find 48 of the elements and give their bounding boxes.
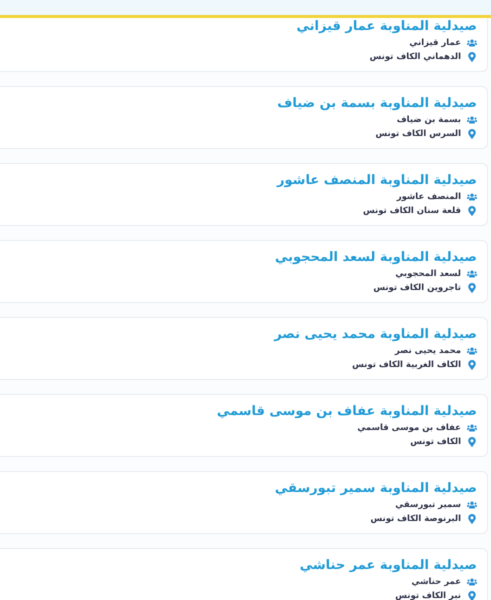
pharmacy-title: صيدلية المناوبة سمير تبورسقي <box>274 480 477 497</box>
pharmacy-title: صيدلية المناوبة لسعد المحجوبي <box>274 249 477 266</box>
pharmacy-card[interactable]: صيدلية المناوبة المنصف عاشور المنصف عاشور قلعة سنان الكاف تونس <box>0 163 488 226</box>
pharmacy-card[interactable]: صيدلية المناوبة عفاف بن موسى قاسمي عفاف بن موسى قاسمي الكاف تونس <box>0 394 488 457</box>
map-pin-icon <box>467 206 477 216</box>
address-text: الكاف تونس <box>410 436 461 448</box>
pharmacy-card[interactable]: صيدلية المناوبة عمار قيزاني عمار قيزاني الدهماني الكاف تونس <box>0 18 488 72</box>
address-text: الدهماني الكاف تونس <box>370 51 461 63</box>
users-icon <box>467 115 477 125</box>
pharmacy-title: صيدلية المناوبة عمار قيزاني <box>296 18 477 35</box>
pharmacy-card[interactable]: صيدلية المناوبة بسمة بن ضياف بسمة بن ضياف السرس الكاف تونس <box>0 86 488 149</box>
pharmacy-title: صيدلية المناوبة عمر حناشي <box>298 557 477 574</box>
owner-name: عفاف بن موسى قاسمي <box>357 422 461 434</box>
map-pin-icon <box>467 514 477 524</box>
map-pin-icon <box>467 283 477 293</box>
users-icon <box>467 269 477 279</box>
users-icon <box>467 38 477 48</box>
address-text: تاجروين الكاف تونس <box>373 282 461 294</box>
owner-name: لسعد المحجوبي <box>395 268 461 280</box>
pharmacy-title: صيدلية المناوبة عفاف بن موسى قاسمي <box>216 403 477 420</box>
users-icon <box>467 577 477 587</box>
address-text: الكاف الغربية الكاف تونس <box>352 359 461 371</box>
map-pin-icon <box>467 591 477 600</box>
pharmacy-title: صيدلية المناوبة محمد يحيى نصر <box>272 326 477 343</box>
map-pin-icon <box>467 437 477 447</box>
users-icon <box>467 423 477 433</box>
pharmacy-card[interactable]: صيدلية المناوبة محمد يحيى نصر محمد يحيى نصر الكاف الغربية الكاف تونس <box>0 317 488 380</box>
pharmacy-title: صيدلية المناوبة بسمة بن ضياف <box>276 95 477 112</box>
pharmacy-card[interactable]: صيدلية المناوبة عمر حناشي عمر حناشي نبر الكاف تونس <box>0 548 488 600</box>
owner-name: عمر حناشي <box>412 576 461 588</box>
owner-name: محمد يحيى نصر <box>394 345 461 357</box>
users-icon <box>467 346 477 356</box>
map-pin-icon <box>467 360 477 370</box>
owner-name: بسمة بن ضياف <box>396 114 461 126</box>
pharmacy-title: صيدلية المناوبة المنصف عاشور <box>276 172 477 189</box>
pharmacy-card[interactable]: صيدلية المناوبة سمير تبورسقي سمير تبورسقي البرنوصة الكاف تونس <box>0 471 488 534</box>
map-pin-icon <box>467 52 477 62</box>
owner-name: سمير تبورسقي <box>395 499 461 511</box>
address-text: نبر الكاف تونس <box>395 590 461 600</box>
owner-name: عمار قيزاني <box>409 37 461 49</box>
users-icon <box>467 500 477 510</box>
address-text: قلعة سنان الكاف تونس <box>363 205 461 217</box>
address-text: السرس الكاف تونس <box>375 128 461 140</box>
map-pin-icon <box>467 129 477 139</box>
address-text: البرنوصة الكاف تونس <box>370 513 461 525</box>
pharmacy-card[interactable]: صيدلية المناوبة لسعد المحجوبي لسعد المحجوبي تاجروين الكاف تونس <box>0 240 488 303</box>
users-icon <box>467 192 477 202</box>
owner-name: المنصف عاشور <box>396 191 461 203</box>
